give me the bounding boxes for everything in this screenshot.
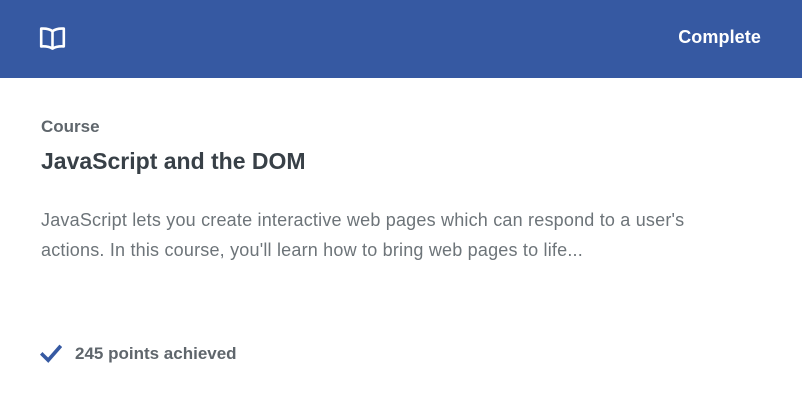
course-title[interactable]: JavaScript and the DOM [41, 148, 306, 175]
content-type-label: Course [41, 117, 100, 136]
course-description: JavaScript lets you create interactive w… [41, 210, 685, 260]
course-card[interactable]: Complete Course JavaScript and the DOM J… [0, 0, 802, 419]
card-header: Complete [0, 0, 802, 78]
points-summary: 245 points achieved [39, 342, 237, 366]
completion-status: Complete [678, 27, 761, 47]
book-icon [39, 26, 66, 50]
checkmark-icon [39, 344, 63, 364]
points-achieved-label: 245 points achieved [75, 344, 237, 363]
